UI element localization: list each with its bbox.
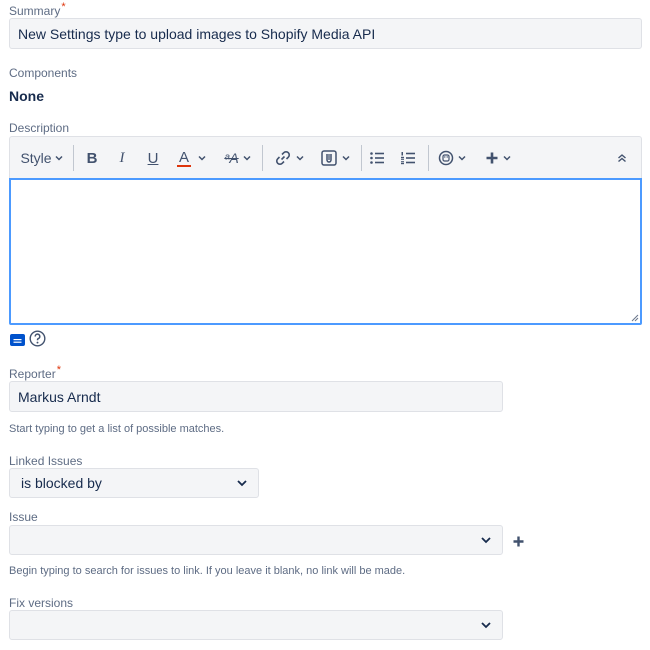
attachment-button[interactable] — [314, 137, 356, 179]
summary-input[interactable]: New Settings type to upload images to Sh… — [9, 18, 642, 49]
text-mode-icon — [13, 339, 22, 343]
components-label: Components — [9, 66, 78, 80]
fix-versions-label: Fix versions — [9, 596, 74, 610]
summary-label: Summary* — [9, 1, 66, 18]
bullet-list-button[interactable] — [364, 137, 390, 179]
style-dropdown[interactable]: Style — [14, 137, 70, 179]
more-formatting-glyph: ᵃA — [224, 150, 239, 166]
chevron-down-icon — [481, 537, 491, 544]
link-icon — [275, 150, 290, 166]
plus-icon — [486, 152, 497, 164]
issue-hint: Begin typing to search for issues to lin… — [9, 565, 406, 577]
chevron-down-icon — [502, 155, 511, 161]
toolbar-divider — [262, 145, 263, 171]
issue-select[interactable] — [9, 525, 503, 555]
chevron-down-icon — [341, 155, 350, 161]
toolbar-divider — [428, 145, 429, 171]
text-mode-toggle[interactable] — [10, 334, 25, 346]
summary-label-text: Summary — [9, 4, 61, 18]
toolbar-divider — [361, 145, 362, 171]
emoji-icon — [438, 150, 453, 166]
chevron-down-icon — [198, 155, 206, 161]
reporter-value: Markus Arndt — [18, 388, 101, 405]
reporter-label: Reporter* — [9, 364, 61, 381]
linked-issues-select[interactable]: is blocked by — [9, 468, 259, 498]
chevron-down-icon — [243, 155, 251, 161]
summary-value: New Settings type to upload images to Sh… — [18, 25, 376, 42]
components-value: None — [9, 88, 44, 104]
italic-button[interactable]: I — [110, 137, 134, 179]
chevron-down-icon — [457, 155, 466, 161]
double-chevron-up-icon — [618, 154, 626, 163]
linked-issues-label: Linked Issues — [9, 454, 83, 468]
resize-handle-icon[interactable] — [630, 313, 639, 322]
attachment-icon — [320, 150, 337, 166]
fix-versions-select[interactable] — [9, 610, 503, 640]
linked-issues-value: is blocked by — [21, 475, 102, 491]
collapse-toolbar-button[interactable] — [610, 137, 634, 179]
add-issue-plus-icon[interactable] — [512, 535, 525, 548]
bullet-list-icon — [370, 152, 384, 164]
required-marker: * — [56, 364, 61, 376]
toolbar-divider — [73, 145, 74, 171]
description-editor[interactable] — [9, 178, 642, 325]
help-icon[interactable] — [29, 330, 46, 347]
underline-button[interactable]: U — [141, 137, 165, 179]
chevron-down-icon — [295, 155, 304, 161]
reporter-label-text: Reporter — [9, 367, 56, 381]
reporter-hint: Start typing to get a list of possible m… — [9, 423, 225, 435]
required-marker: * — [61, 1, 66, 13]
numbered-list-icon — [401, 152, 415, 165]
text-color-glyph: A — [176, 148, 191, 167]
editor-toolbar: Style B I U A ᵃA — [9, 136, 642, 178]
chevron-down-icon — [55, 155, 63, 161]
insert-more-button[interactable] — [478, 137, 518, 179]
reporter-input[interactable]: Markus Arndt — [9, 381, 503, 412]
emoji-button[interactable] — [432, 137, 472, 179]
numbered-list-button[interactable] — [395, 137, 421, 179]
chevron-down-icon — [481, 622, 491, 629]
text-color-button[interactable]: A — [172, 137, 212, 179]
style-dropdown-label: Style — [20, 150, 52, 166]
issue-label: Issue — [9, 510, 38, 524]
bold-button[interactable]: B — [80, 137, 104, 179]
more-formatting-button[interactable]: ᵃA — [217, 137, 259, 179]
description-label: Description — [9, 121, 70, 135]
chevron-down-icon — [237, 480, 247, 487]
link-button[interactable] — [268, 137, 310, 179]
